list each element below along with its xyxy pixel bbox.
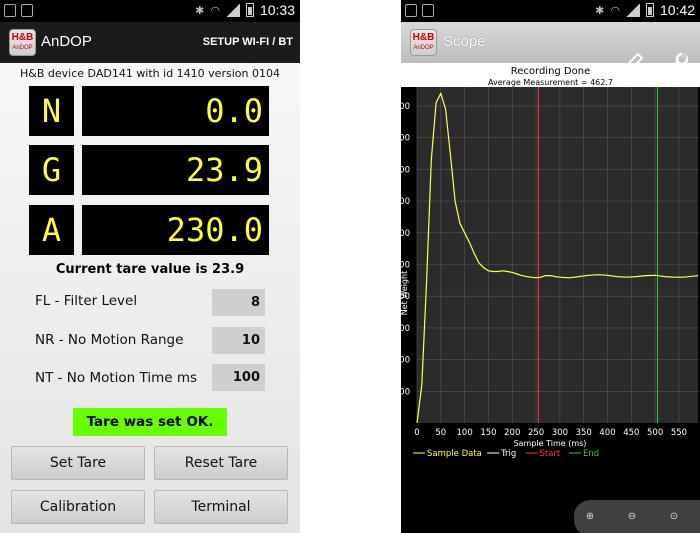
adc-value: 230.0 [82, 205, 269, 255]
adc-label: A [29, 205, 74, 255]
zoom-in-icon[interactable]: ⊕ [579, 506, 601, 528]
bluetooth-icon: ✱ [595, 4, 605, 17]
zoom-reset-icon[interactable]: ⊖ [621, 506, 643, 528]
app-logo-icon[interactable]: H&B AnDOP [410, 29, 437, 56]
x-tick-label: 150 [480, 428, 496, 438]
action-bar: H&B AnDOP AnDOP SETUP WI-FI / BT [0, 22, 300, 63]
calibration-button[interactable]: Calibration [11, 490, 145, 524]
y-tick-label: 200 [401, 356, 410, 366]
set-tare-button[interactable]: Set Tare [11, 446, 145, 480]
chart-subtitle: Average Measurement = 462.7 [488, 78, 613, 87]
wifi-icon: ◠ [610, 4, 620, 17]
plot-area [417, 87, 698, 423]
logo-text: H&B [412, 32, 435, 43]
sim-icon [405, 4, 417, 17]
y-axis-label: Net Weight [401, 271, 409, 315]
x-tick-label: 400 [599, 428, 615, 438]
x-tick-label: 500 [647, 428, 663, 438]
image-icon [21, 4, 33, 17]
x-tick-label: 300 [552, 428, 568, 438]
net-value: 0.0 [82, 86, 269, 136]
wifi-icon: ◠ [210, 4, 220, 17]
y-tick-label: 800 [401, 165, 410, 175]
x-tick-label: 0 [414, 428, 419, 438]
net-label: N [29, 86, 74, 136]
app-title: AnDOP [41, 33, 92, 50]
scope-chart: Recording Done Average Measurement = 462… [401, 63, 700, 533]
x-tick-label: 550 [671, 428, 687, 438]
legend-label: Trig [500, 449, 516, 459]
status-message: Tare was set OK. [73, 408, 227, 436]
scope-plot: Recording Done Average Measurement = 462… [401, 63, 700, 533]
status-bar: ✱ ◠ 10:33 [0, 0, 300, 22]
signal-icon [225, 3, 240, 17]
current-tare-text: Current tare value is 23.9 [55, 262, 245, 277]
zoom-out-icon[interactable]: ⊙ [663, 506, 685, 528]
image-icon [422, 4, 434, 17]
logo-text: H&B [11, 32, 34, 43]
x-axis-label: Sample Time (ms) [514, 439, 587, 448]
no-motion-time-label: NT - No Motion Time ms [35, 370, 198, 386]
battery-icon [245, 3, 254, 17]
x-tick-label: 50 [435, 428, 446, 438]
andop-main-screen: ✱ ◠ 10:33 H&B AnDOP AnDOP SETUP WI-FI / … [0, 0, 300, 533]
x-tick-label: 350 [576, 428, 592, 438]
x-tick-label: 250 [528, 428, 544, 438]
sim-icon [4, 4, 16, 17]
logo-subtext: AnDOP [413, 45, 434, 51]
terminal-button[interactable]: Terminal [154, 490, 288, 524]
y-tick-label: 600 [401, 229, 410, 239]
device-info: H&B device DAD141 with id 1410 version 0… [20, 67, 280, 80]
clock: 10:33 [259, 2, 295, 18]
signal-icon [625, 3, 640, 17]
no-motion-range-field[interactable]: 10 [212, 327, 265, 354]
y-tick-label: 100 [401, 387, 410, 397]
no-motion-time-field[interactable]: 100 [212, 364, 265, 391]
setup-wifi-bt-button[interactable]: SETUP WI-FI / BT [203, 36, 293, 48]
legend-label: End [583, 449, 599, 459]
x-tick-label: 100 [457, 428, 473, 438]
legend-label: Sample Data [427, 449, 482, 459]
reset-tare-button[interactable]: Reset Tare [154, 446, 288, 480]
filter-level-field[interactable]: 8 [212, 289, 265, 316]
gross-value: 23.9 [82, 145, 269, 195]
filter-level-label: FL - Filter Level [35, 293, 138, 309]
action-bar: H&B AnDOP Scope [401, 22, 700, 74]
bluetooth-icon: ✱ [195, 4, 205, 17]
legend-label: Start [540, 449, 561, 459]
x-tick-label: 450 [623, 428, 639, 438]
x-tick-label: 200 [504, 428, 520, 438]
y-tick-label: 300 [401, 324, 410, 334]
gross-label: G [29, 145, 74, 195]
no-motion-range-label: NR - No Motion Range [35, 332, 184, 348]
clock: 10:42 [659, 2, 695, 18]
chart-title: Recording Done [511, 66, 591, 77]
battery-icon [645, 3, 654, 17]
y-tick-label: 500 [401, 261, 410, 271]
app-logo-icon[interactable]: H&B AnDOP [9, 29, 36, 56]
y-tick-label: 900 [401, 134, 410, 144]
status-bar: ✱ ◠ 10:42 [401, 0, 700, 22]
y-tick-label: 700 [401, 197, 410, 207]
screen-title: Scope [443, 33, 486, 50]
logo-subtext: AnDOP [12, 45, 33, 51]
y-tick-label: 1000 [401, 102, 410, 112]
scope-screen: ✱ ◠ 10:42 H&B AnDOP Scope Recording Done… [401, 0, 700, 533]
